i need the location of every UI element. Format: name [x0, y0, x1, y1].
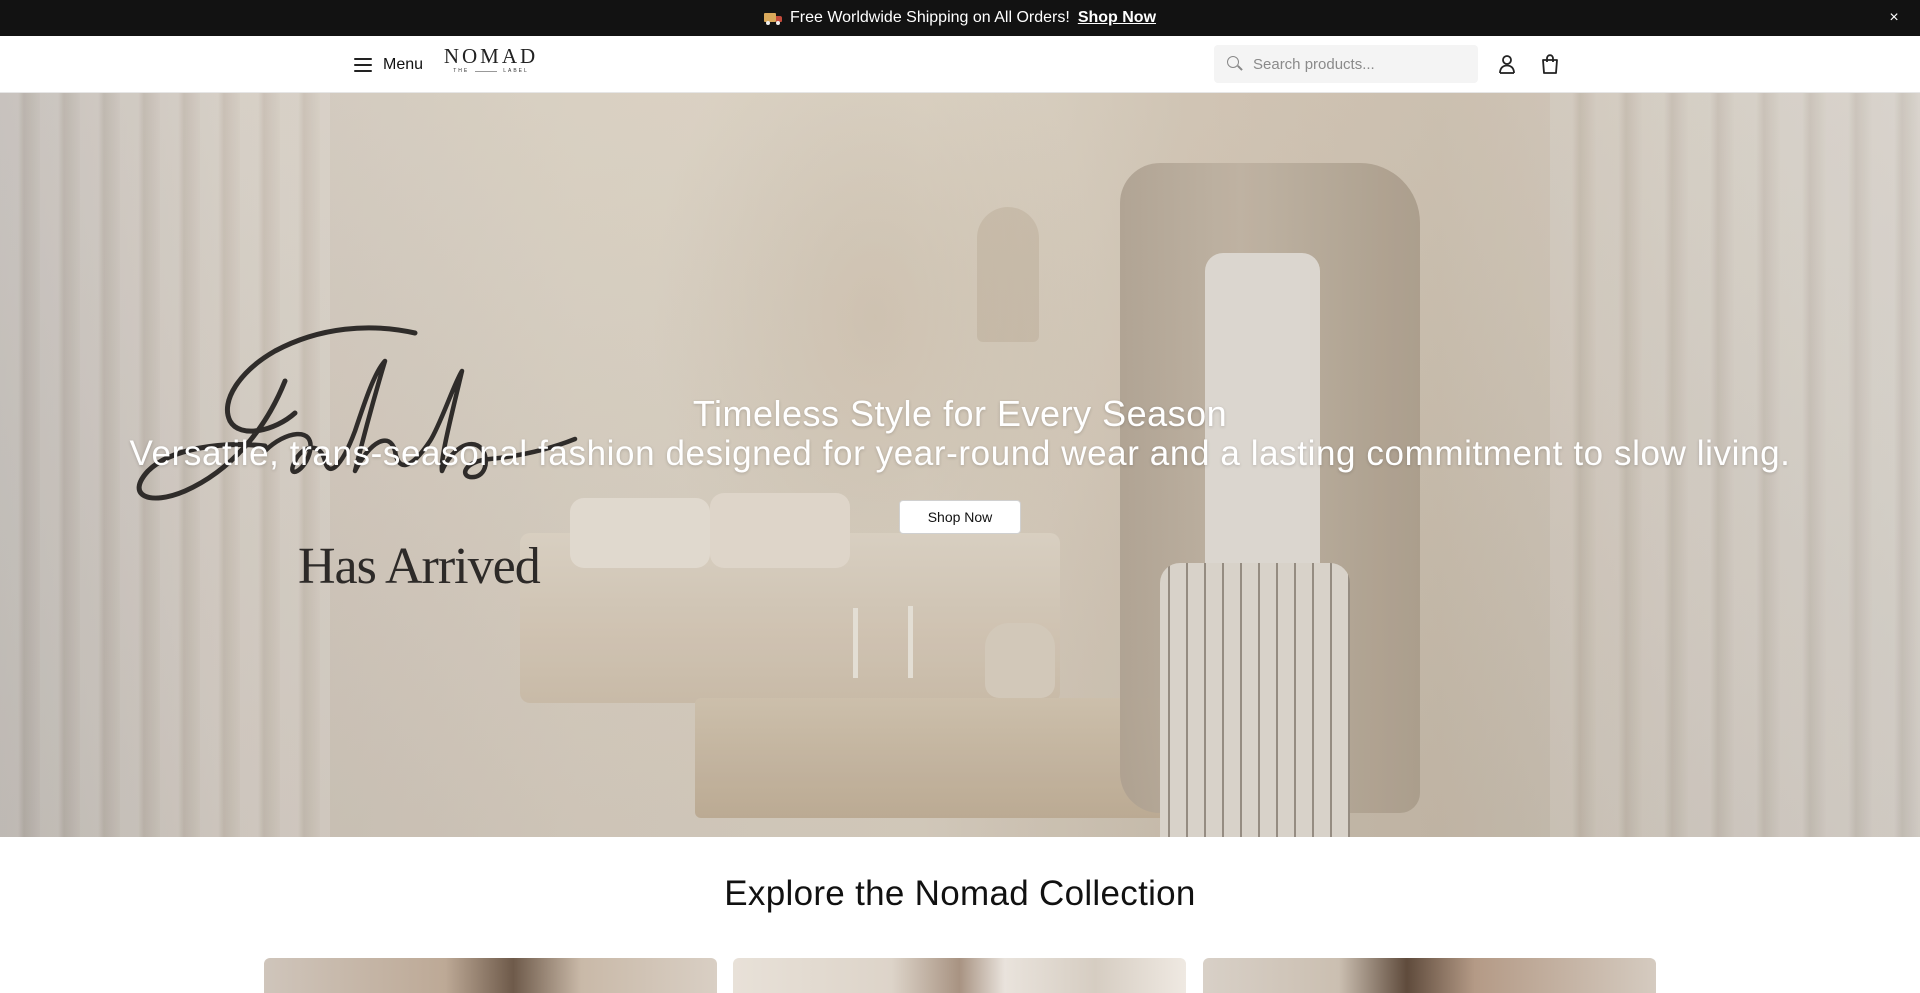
- hero-banner: Has Arrived Timeless Style for Every Sea…: [0, 93, 1920, 837]
- logo[interactable]: NOMAD THE LABEL: [438, 46, 544, 78]
- close-icon[interactable]: ×: [1884, 8, 1904, 28]
- collection-cards: [264, 958, 1656, 993]
- announcement-text: Free Worldwide Shipping on All Orders!: [789, 9, 1070, 26]
- hamburger-icon: [354, 58, 372, 72]
- logo-rule: [475, 70, 498, 72]
- logo-sub-right: LABEL: [503, 68, 529, 74]
- menu-label: Menu: [383, 56, 424, 73]
- logo-subline: THE LABEL: [438, 68, 544, 74]
- collection-title: Explore the Nomad Collection: [724, 874, 1196, 913]
- announcement-bar: Free Worldwide Shipping on All Orders! S…: [0, 0, 1920, 36]
- announcement-shop-now-link[interactable]: Shop Now: [1078, 9, 1156, 27]
- search-box[interactable]: [1214, 45, 1478, 83]
- campaign-subtitle: Has Arrived: [298, 538, 541, 595]
- collection-card[interactable]: [264, 958, 717, 993]
- collection-card[interactable]: [1203, 958, 1656, 993]
- menu-button[interactable]: Menu: [354, 52, 423, 78]
- collection-card[interactable]: [733, 958, 1186, 993]
- hero-subtitle: Versatile, trans-seasonal fashion design…: [129, 434, 1791, 473]
- delivery-truck-icon: [763, 12, 782, 25]
- search-input[interactable]: [1253, 55, 1463, 73]
- logo-wordmark: NOMAD: [443, 44, 539, 68]
- hero-title: Timeless Style for Every Season: [692, 393, 1228, 434]
- shopping-bag-icon[interactable]: [1539, 53, 1561, 75]
- search-icon: [1227, 56, 1243, 72]
- logo-sub-left: THE: [453, 68, 470, 74]
- site-header: Menu NOMAD THE LABEL: [0, 36, 1920, 93]
- hero-shop-now-button[interactable]: Shop Now: [899, 500, 1021, 534]
- user-icon[interactable]: [1496, 53, 1518, 75]
